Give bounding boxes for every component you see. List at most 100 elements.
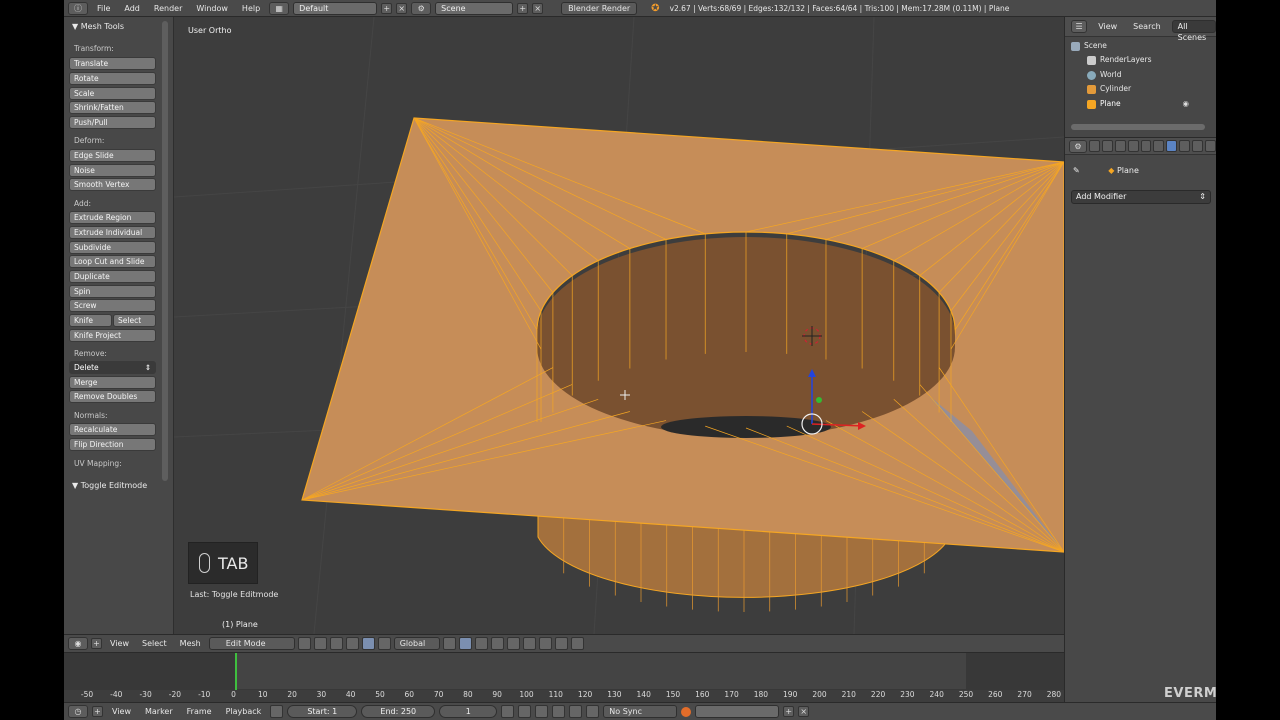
collapse-menu-button[interactable]: + — [91, 638, 102, 649]
edge-select-icon[interactable] — [458, 637, 472, 650]
collapse-timeline-menu-button[interactable]: + — [92, 706, 103, 717]
sync-select[interactable]: No Sync — [603, 705, 678, 718]
screw-button[interactable]: Screw — [69, 299, 156, 312]
add-modifier-button[interactable]: Add Modifier ⇕ — [1071, 190, 1211, 204]
subdivide-button[interactable]: Subdivide — [69, 241, 156, 254]
recalculate-button[interactable]: Recalculate — [69, 423, 156, 436]
editor-type-timeline-icon[interactable]: ◷ — [68, 705, 88, 718]
timeline[interactable]: -50 -40 -30 -20 -10 0 10 20 30 40 50 60 70 80 90 100 110… — [64, 652, 1064, 702]
menu-add[interactable]: Add — [119, 4, 145, 13]
play-reverse-icon[interactable] — [535, 705, 549, 718]
vertex-select-icon[interactable] — [442, 637, 456, 650]
keying-remove-button[interactable]: × — [798, 706, 810, 717]
orientation-select[interactable]: Global — [393, 637, 440, 650]
mesh-tools-panel-title[interactable]: ▼ Mesh Tools — [72, 22, 124, 31]
remove-layout-button[interactable]: × — [396, 2, 408, 14]
editor-type-outliner-icon[interactable]: ☰ — [1071, 20, 1088, 33]
menu-playback[interactable]: Playback — [221, 707, 267, 716]
current-frame-cursor[interactable] — [235, 653, 237, 693]
outliner-search-menu[interactable]: Search — [1128, 22, 1165, 31]
visibility-eye-icon[interactable]: ◉ — [1182, 97, 1189, 111]
editor-type-icon[interactable]: ⓘ — [68, 1, 88, 15]
knife-select-button[interactable]: Select — [113, 314, 156, 327]
play-icon[interactable] — [552, 705, 566, 718]
display-mode-select[interactable]: All Scenes — [1171, 20, 1216, 42]
scene-icon[interactable]: ⚙ — [411, 1, 432, 15]
keying-set-field[interactable] — [695, 705, 780, 718]
knife-project-button[interactable]: Knife Project — [69, 329, 156, 342]
texture-tab-icon[interactable] — [1205, 140, 1216, 152]
noise-button[interactable]: Noise — [69, 164, 156, 177]
object-tab-icon[interactable] — [1140, 140, 1152, 152]
opengl-render-icon[interactable] — [570, 637, 584, 650]
snap-toggle-icon[interactable] — [522, 637, 536, 650]
preview-range-icon[interactable] — [270, 705, 284, 718]
next-keyframe-icon[interactable] — [569, 705, 583, 718]
scene-field[interactable]: Scene — [435, 1, 514, 15]
prev-keyframe-icon[interactable] — [518, 705, 532, 718]
last-operator-panel[interactable]: Last: Toggle Editmode — [190, 590, 278, 599]
manipulator-toggle-icon[interactable] — [329, 637, 343, 650]
tool-shelf-scrollbar[interactable] — [162, 21, 168, 481]
duplicate-button[interactable]: Duplicate — [69, 270, 156, 283]
add-scene-button[interactable]: + — [517, 2, 529, 14]
scale-button[interactable]: Scale — [69, 87, 156, 100]
start-frame-field[interactable]: Start: 1 — [287, 705, 358, 718]
outliner-row-plane[interactable]: Plane ◉ — [1065, 97, 1216, 111]
outliner-view-menu[interactable]: View — [1093, 22, 1122, 31]
render-tab-icon[interactable] — [1089, 140, 1100, 152]
constraints-tab-icon[interactable] — [1153, 140, 1165, 152]
viewport-shading-icon[interactable] — [297, 637, 311, 650]
remove-doubles-button[interactable]: Remove Doubles — [69, 390, 156, 403]
mesh-canvas[interactable] — [174, 17, 1064, 634]
loop-cut-slide-button[interactable]: Loop Cut and Slide — [69, 255, 156, 268]
world-tab-icon[interactable] — [1127, 140, 1139, 152]
rotate-manipulator-icon[interactable] — [361, 637, 375, 650]
remove-scene-button[interactable]: × — [532, 2, 544, 14]
translate-button[interactable]: Translate — [69, 57, 156, 70]
menu-window[interactable]: Window — [191, 4, 233, 13]
screen-layout-icon[interactable]: ▦ — [269, 1, 290, 15]
material-tab-icon[interactable] — [1192, 140, 1204, 152]
timeline-ruler[interactable]: -50 -40 -30 -20 -10 0 10 20 30 40 50 60 70 80 90 100 110… — [64, 690, 1064, 702]
rotate-button[interactable]: Rotate — [69, 72, 156, 85]
editor-type-properties-icon[interactable]: ⚙ — [1069, 139, 1088, 153]
extrude-region-button[interactable]: Extrude Region — [69, 211, 156, 224]
menu-tl-view[interactable]: View — [107, 707, 136, 716]
menu-view[interactable]: View — [105, 639, 134, 648]
menu-help[interactable]: Help — [237, 4, 265, 13]
snap-element-icon[interactable] — [538, 637, 552, 650]
scale-manipulator-icon[interactable] — [377, 637, 391, 650]
current-frame-field[interactable]: 1 — [439, 705, 498, 718]
outliner-scrollbar[interactable] — [1071, 124, 1205, 130]
end-frame-field[interactable]: End: 250 — [361, 705, 436, 718]
scene-tab-icon[interactable] — [1114, 140, 1126, 152]
mode-select[interactable]: Edit Mode — [208, 637, 295, 650]
pin-icon[interactable]: ✎ — [1073, 166, 1080, 175]
jump-start-icon[interactable] — [501, 705, 515, 718]
outliner-row-cylinder[interactable]: Cylinder — [1065, 82, 1216, 96]
keying-add-button[interactable]: + — [783, 706, 795, 717]
merge-button[interactable]: Merge — [69, 376, 156, 389]
editor-type-3d-icon[interactable]: ◉ — [68, 637, 88, 650]
delete-menu-button[interactable]: Delete ⇕ — [69, 361, 156, 374]
knife-button[interactable]: Knife — [69, 314, 112, 327]
menu-file[interactable]: File — [92, 4, 115, 13]
3d-viewport[interactable]: User Ortho TAB Last: Toggle Editmode (1)… — [174, 17, 1064, 634]
record-icon[interactable] — [681, 706, 692, 717]
layout-field[interactable]: Default — [293, 1, 378, 15]
face-select-icon[interactable] — [474, 637, 488, 650]
menu-frame[interactable]: Frame — [182, 707, 217, 716]
outliner-row-world[interactable]: World — [1065, 68, 1216, 82]
render-engine-select[interactable]: Blender Render — [561, 1, 638, 15]
proportional-edit-icon[interactable] — [506, 637, 520, 650]
data-tab-icon[interactable] — [1179, 140, 1191, 152]
menu-marker[interactable]: Marker — [140, 707, 178, 716]
translate-manipulator-icon[interactable] — [345, 637, 359, 650]
modifiers-tab-icon[interactable] — [1166, 140, 1178, 152]
extrude-individual-button[interactable]: Extrude Individual — [69, 226, 156, 239]
smooth-vertex-button[interactable]: Smooth Vertex — [69, 178, 156, 191]
render-preview-icon[interactable] — [554, 637, 568, 650]
menu-mesh[interactable]: Mesh — [175, 639, 206, 648]
menu-render[interactable]: Render — [149, 4, 187, 13]
